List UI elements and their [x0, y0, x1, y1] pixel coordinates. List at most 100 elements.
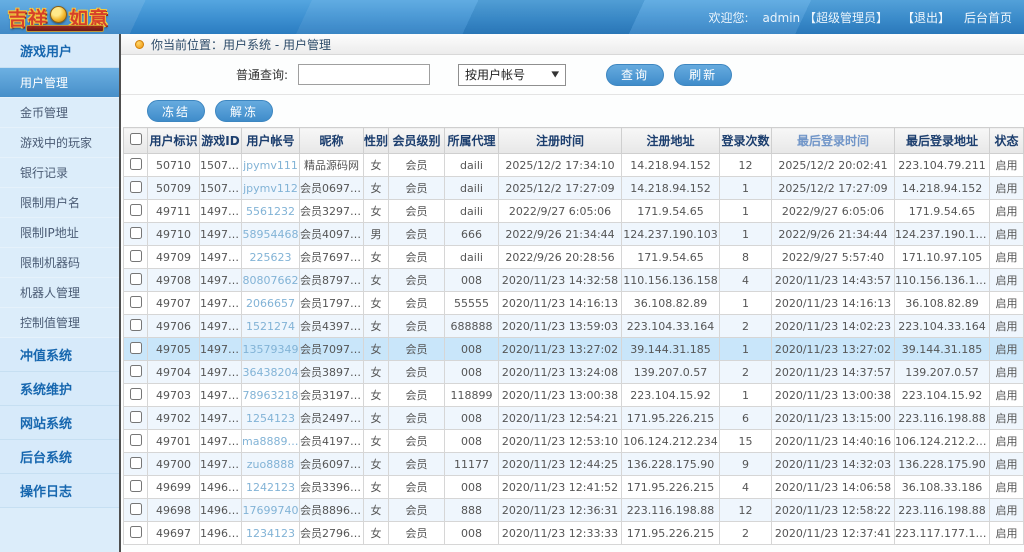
cell-lastAddr: 106.124.212.234 [895, 430, 990, 453]
row-checkbox[interactable] [130, 365, 142, 377]
cell-account[interactable]: ma888999 [242, 430, 300, 453]
cell-check[interactable] [124, 407, 148, 430]
column-header-account[interactable]: 用户帐号 [242, 128, 300, 154]
sidebar-item-游戏中的玩家[interactable]: 游戏中的玩家 [0, 128, 119, 158]
row-checkbox[interactable] [130, 526, 142, 538]
cell-account[interactable]: 13579349 [242, 338, 300, 361]
sidebar-item-限制用户名[interactable]: 限制用户名 [0, 188, 119, 218]
row-checkbox[interactable] [130, 296, 142, 308]
cell-account[interactable]: 5561232 [242, 200, 300, 223]
cell-account[interactable]: 1234123 [242, 522, 300, 545]
cell-account[interactable]: jpymv111 [242, 154, 300, 177]
sidebar-group-后台系统[interactable]: 后台系统 [0, 440, 119, 474]
row-checkbox[interactable] [130, 273, 142, 285]
cell-check[interactable] [124, 177, 148, 200]
column-header-check[interactable] [124, 128, 148, 154]
sidebar-group-冲值系统[interactable]: 冲值系统 [0, 338, 119, 372]
column-header-regTime[interactable]: 注册时间 [499, 128, 622, 154]
cell-check[interactable] [124, 361, 148, 384]
cell-uid: 50709 [148, 177, 200, 200]
row-checkbox[interactable] [130, 480, 142, 492]
cell-account[interactable]: 17699740 [242, 499, 300, 522]
row-checkbox[interactable] [130, 158, 142, 170]
column-header-regAddr[interactable]: 注册地址 [622, 128, 720, 154]
select-all-checkbox[interactable] [130, 133, 142, 145]
cell-check[interactable] [124, 315, 148, 338]
sidebar-item-用户管理[interactable]: 用户管理 [0, 68, 119, 98]
cell-agent: 008 [445, 361, 499, 384]
logout-link[interactable]: 【退出】 [902, 9, 950, 26]
column-header-status[interactable]: 状态 [990, 128, 1024, 154]
sidebar-group-操作日志[interactable]: 操作日志 [0, 474, 119, 508]
cell-check[interactable] [124, 338, 148, 361]
row-checkbox[interactable] [130, 181, 142, 193]
cell-account[interactable]: jpymv112 [242, 177, 300, 200]
column-header-gameId[interactable]: 游戏ID [200, 128, 242, 154]
column-header-gender[interactable]: 性别 [364, 128, 389, 154]
cell-check[interactable] [124, 292, 148, 315]
cell-gameId: 150709 [200, 177, 242, 200]
unfreeze-button[interactable]: 解冻 [215, 100, 273, 122]
cell-account[interactable]: 78963218 [242, 384, 300, 407]
sidebar-group-系统维护[interactable]: 系统维护 [0, 372, 119, 406]
column-header-lastTime[interactable]: 最后登录时间 [772, 128, 895, 154]
row-checkbox[interactable] [130, 457, 142, 469]
cell-status: 启用 [990, 200, 1024, 223]
cell-account[interactable]: 80807662 [242, 269, 300, 292]
column-header-agent[interactable]: 所属代理 [445, 128, 499, 154]
cell-regTime: 2020/11/23 12:33:33 [499, 522, 622, 545]
user-table: 用户标识游戏ID用户帐号昵称性别会员级别所属代理注册时间注册地址登录次数最后登录… [123, 127, 1024, 545]
cell-account[interactable]: 36438204 [242, 361, 300, 384]
sidebar-item-限制机器码[interactable]: 限制机器码 [0, 248, 119, 278]
cell-check[interactable] [124, 384, 148, 407]
refresh-button[interactable]: 刷新 [674, 64, 732, 86]
cell-status: 启用 [990, 223, 1024, 246]
sidebar-item-机器人管理[interactable]: 机器人管理 [0, 278, 119, 308]
sidebar-item-银行记录[interactable]: 银行记录 [0, 158, 119, 188]
cell-check[interactable] [124, 223, 148, 246]
cell-account[interactable]: 1242123 [242, 476, 300, 499]
query-input[interactable] [298, 64, 430, 85]
search-button[interactable]: 查询 [606, 64, 664, 86]
cell-check[interactable] [124, 200, 148, 223]
query-type-select[interactable]: 按用户帐号 ▼ [458, 64, 566, 86]
row-checkbox[interactable] [130, 434, 142, 446]
sidebar-item-控制值管理[interactable]: 控制值管理 [0, 308, 119, 338]
row-checkbox[interactable] [130, 227, 142, 239]
sidebar-group-游戏用户[interactable]: 游戏用户 [0, 34, 119, 68]
row-checkbox[interactable] [130, 250, 142, 262]
cell-gameId: 149706 [200, 315, 242, 338]
column-header-uid[interactable]: 用户标识 [148, 128, 200, 154]
sidebar-item-限制IP地址[interactable]: 限制IP地址 [0, 218, 119, 248]
cell-check[interactable] [124, 453, 148, 476]
row-checkbox[interactable] [130, 319, 142, 331]
sidebar-group-网站系统[interactable]: 网站系统 [0, 406, 119, 440]
cell-account[interactable]: 1521274 [242, 315, 300, 338]
row-checkbox[interactable] [130, 342, 142, 354]
cell-gender: 女 [364, 246, 389, 269]
cell-check[interactable] [124, 246, 148, 269]
row-checkbox[interactable] [130, 204, 142, 216]
column-header-level[interactable]: 会员级别 [389, 128, 445, 154]
row-checkbox[interactable] [130, 503, 142, 515]
freeze-button[interactable]: 冻结 [147, 100, 205, 122]
backstage-home-link[interactable]: 后台首页 [964, 9, 1012, 26]
column-header-lastAddr[interactable]: 最后登录地址 [895, 128, 990, 154]
row-checkbox[interactable] [130, 388, 142, 400]
sidebar-item-金币管理[interactable]: 金币管理 [0, 98, 119, 128]
cell-check[interactable] [124, 269, 148, 292]
cell-account[interactable]: 2066657 [242, 292, 300, 315]
cell-account[interactable]: 58954468 [242, 223, 300, 246]
cell-check[interactable] [124, 476, 148, 499]
cell-account[interactable]: 225623 [242, 246, 300, 269]
cell-account[interactable]: zuo8888 [242, 453, 300, 476]
cell-account[interactable]: 1254123 [242, 407, 300, 430]
column-header-nickname[interactable]: 昵称 [300, 128, 364, 154]
cell-check[interactable] [124, 154, 148, 177]
cell-check[interactable] [124, 499, 148, 522]
cell-check[interactable] [124, 430, 148, 453]
cell-check[interactable] [124, 522, 148, 545]
row-checkbox[interactable] [130, 411, 142, 423]
column-header-loginCount[interactable]: 登录次数 [720, 128, 772, 154]
cell-gender: 女 [364, 499, 389, 522]
